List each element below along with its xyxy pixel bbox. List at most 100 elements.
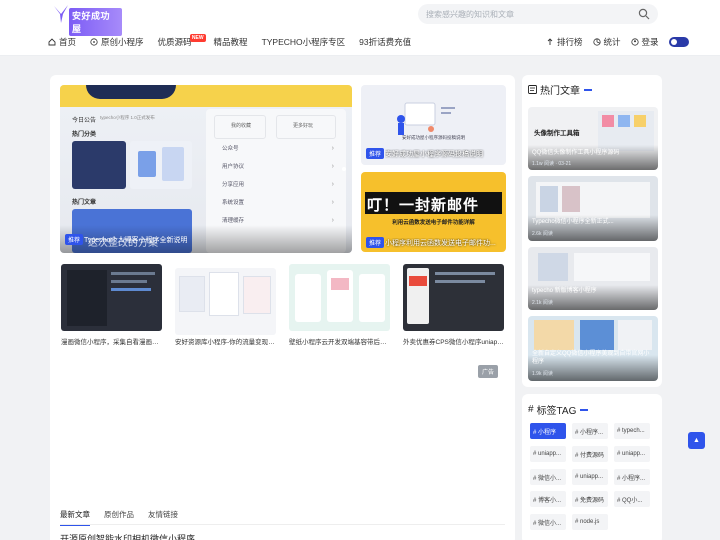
post-thumb[interactable]	[175, 268, 276, 335]
nav-login[interactable]: 登录	[630, 36, 659, 48]
nav-typecho-zone[interactable]: TYPECHO小程序专区	[262, 36, 346, 48]
hot-article-meta: 2.1k 阅读	[532, 300, 553, 306]
slider-dot[interactable]	[342, 167, 346, 171]
post-thumb[interactable]	[403, 264, 504, 331]
tag-chip[interactable]: # uniapp...	[572, 469, 608, 485]
app-banner-decor	[60, 85, 352, 107]
compass-icon	[90, 38, 98, 46]
side-1-caption: 安好成功屋小程序源码投稿说明	[402, 135, 465, 140]
hot-article-item[interactable]: 头像制作工具箱 QQ微信头像制作工具小程序源码 1.1w 阅读 · 03-21	[528, 107, 658, 170]
hot-article-item[interactable]: typecho 新版博客小程序 2.1k 阅读	[528, 247, 658, 310]
tags-title: 标签TAG	[536, 406, 577, 417]
post-thumb[interactable]	[289, 264, 390, 331]
post-title[interactable]: 安好资源库小程序-你的流量变现神器	[175, 336, 276, 346]
tag-chip[interactable]: # typech...	[614, 423, 650, 439]
mail-banner-sub: 利用云函数发送电子邮件功能详解	[392, 220, 475, 226]
tag-chip[interactable]: # 博客小...	[530, 491, 566, 507]
featured-side-1[interactable]: 安好成功屋小程序源码投稿说明 推荐 安好成功屋小程序源码投稿说明	[361, 85, 506, 165]
post-title[interactable]: 壁纸小程序云开发双端基容带后台...	[289, 336, 390, 346]
hot-article-meta: 2.6k 阅读	[532, 231, 553, 237]
app-fav-link: 我的收藏	[214, 115, 266, 139]
tag-chip[interactable]: # uniapp...	[614, 446, 650, 462]
heading-accent	[580, 408, 589, 411]
slide-title[interactable]: Typecho个人博客小程序全新说明	[84, 235, 254, 245]
hot-article-title: typecho 新版博客小程序	[532, 288, 597, 294]
dark-mode-toggle[interactable]	[668, 37, 689, 47]
chevron-right-icon: ›	[331, 144, 334, 152]
tag-chip[interactable]: # 小程序...	[614, 469, 650, 485]
rank-icon	[547, 38, 553, 45]
app-menu-row: 分享应用 ›	[214, 177, 338, 191]
app-menu-label: 用户协议	[222, 164, 245, 170]
logo-mark-icon	[54, 5, 68, 23]
tag-chip[interactable]: # QQ小...	[614, 491, 650, 507]
tag-chip[interactable]: # node.js	[572, 514, 608, 530]
tag-chip[interactable]: # 免费源码	[572, 491, 608, 507]
featured-side-2[interactable]: 叮！一封新邮件 利用云函数发送电子邮件功能详解 推荐 小程序利用云函数发送电子邮…	[361, 172, 506, 252]
search-input[interactable]	[426, 6, 626, 22]
tab-divider	[60, 524, 505, 525]
search-box	[418, 4, 658, 24]
app-thumb-2	[130, 141, 192, 189]
hot-article-meta: 1.9k 阅读	[532, 371, 553, 377]
tag-chip[interactable]: # 微信小...	[530, 514, 566, 530]
nav-recharge[interactable]: 93折话费充值	[359, 36, 411, 48]
post-title[interactable]: 漫画微信小程序，采集自看漫画网...	[61, 336, 162, 346]
nav-tutorials-label: 精品教程	[213, 37, 248, 47]
user-nav: 排行榜 统计 登录	[546, 34, 689, 50]
nav-rank[interactable]: 排行榜	[546, 36, 583, 48]
hot-article-item[interactable]: 全新自定义QQ微信小程序美观到自带官网小程序 1.9k 阅读	[528, 316, 658, 381]
nav-home[interactable]: 首页	[48, 36, 76, 48]
site-logo[interactable]: 安好成功屋	[52, 4, 122, 36]
hot-article-title: 全新自定义QQ微信小程序美观到自带官网小程序	[532, 351, 650, 365]
latest-article-title[interactable]: 开源原创智能水印相机微信小程序	[60, 532, 195, 540]
hot-article-title: Typecho微信小程序全新正式...	[532, 219, 614, 225]
search-icon[interactable]	[638, 8, 650, 20]
nav-typecho-label: TYPECHO小程序专区	[261, 37, 346, 47]
tags-heading: # 标签TAG	[528, 402, 589, 417]
tag-chip[interactable]: # 小程序...	[572, 423, 608, 439]
tag-chip[interactable]: # 小程序	[530, 423, 566, 439]
user-icon	[630, 38, 639, 46]
featured-slider[interactable]: 今日公告 typecho小程序 1.0正式发布 热门分类 热门文章 我的收藏 更…	[60, 85, 352, 253]
nav-quality-source[interactable]: 优质源码 NEW	[157, 34, 206, 48]
app-menu-label: 分享应用	[222, 182, 245, 188]
nav-quality-label: 优质源码	[157, 37, 192, 47]
nav-stats[interactable]: 统计	[592, 36, 621, 48]
nav-original-miniapp[interactable]: 原创小程序	[90, 36, 144, 48]
hot-article-item[interactable]: Typecho微信小程序全新正式... 2.6k 阅读	[528, 176, 658, 241]
article-icon	[528, 85, 537, 94]
chevron-right-icon: ›	[331, 162, 334, 170]
recommend-tag: 推荐	[65, 234, 84, 245]
back-to-top-button[interactable]: ▲	[688, 432, 705, 449]
heading-accent	[584, 88, 592, 91]
nav-rank-label: 排行榜	[557, 37, 583, 47]
app-menu-label: 公众号	[222, 146, 239, 152]
app-hot-category-label: 热门分类	[72, 132, 97, 138]
hot-banner-text: 头像制作工具箱	[534, 130, 580, 137]
home-icon	[48, 38, 56, 46]
nav-login-label: 登录	[641, 37, 659, 47]
tag-chip[interactable]: # uniapp...	[530, 446, 566, 462]
new-badge: NEW	[189, 34, 206, 42]
post-title[interactable]: 外卖优惠券CPS微信小程序uniapp...	[403, 336, 504, 346]
app-notice-label: 今日公告	[72, 118, 97, 124]
hash-icon: #	[528, 404, 534, 415]
recommend-tag: 推荐	[366, 237, 385, 248]
tag-chip[interactable]: # 微信小...	[530, 469, 566, 485]
post-thumb[interactable]	[61, 264, 162, 331]
chevron-right-icon: ›	[331, 216, 334, 224]
app-menu-row: 用户协议 ›	[214, 159, 338, 173]
nav-stats-label: 统计	[603, 37, 621, 47]
app-menu-label: 系统设置	[222, 200, 245, 206]
chevron-right-icon: ›	[331, 180, 334, 188]
nav-tutorials[interactable]: 精品教程	[214, 36, 248, 48]
tag-chip[interactable]: # 付费源码	[572, 446, 608, 462]
app-menu-row: 系统设置 ›	[214, 195, 338, 209]
app-thumb-1	[72, 141, 126, 189]
app-menu-row: 公众号 ›	[214, 141, 338, 155]
nav-original-label: 原创小程序	[101, 37, 144, 47]
logo-text: 安好成功屋	[69, 8, 122, 36]
hot-articles-title: 热门文章	[540, 86, 580, 97]
hot-article-meta: 1.1w 阅读 · 03-21	[532, 161, 572, 167]
